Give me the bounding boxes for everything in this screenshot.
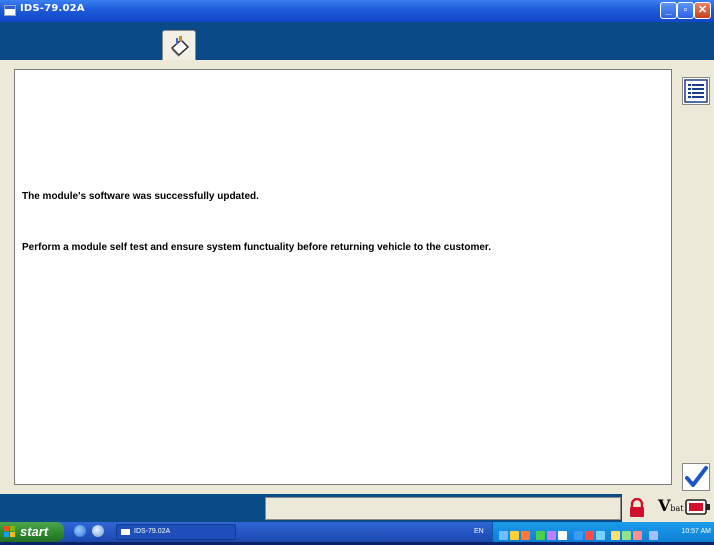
message-line-updated: The module's software was successfully u…: [22, 191, 259, 202]
windows-taskbar: start IDS-79.02A EN 10:57 AM: [0, 522, 714, 542]
window-icon: [121, 529, 130, 535]
vci-icon[interactable]: [685, 498, 711, 516]
window-title: IDS-79.02A: [20, 3, 85, 14]
status-field: [265, 497, 621, 520]
checkmark-icon: [685, 466, 708, 487]
clock: 10:57 AM: [681, 528, 711, 535]
vehicle-battery-icon[interactable]: Vbat: [658, 496, 684, 515]
minimize-button[interactable]: _: [660, 2, 677, 19]
start-button[interactable]: start: [0, 522, 64, 542]
taskbar-item-label: IDS-79.02A: [134, 528, 171, 535]
list-button[interactable]: [682, 77, 710, 105]
confirm-button[interactable]: [682, 463, 710, 491]
window-app-icon: [4, 5, 16, 16]
system-tray: 10:57 AM: [492, 522, 714, 542]
tool-book-icon: [170, 36, 190, 57]
lock-icon[interactable]: [628, 498, 646, 518]
maximize-button[interactable]: ▫: [677, 2, 694, 19]
windows-flag-icon: [4, 526, 15, 537]
tray-icons[interactable]: [499, 527, 660, 545]
window-title-bar[interactable]: IDS-79.02A _ ▫ ✕: [0, 0, 714, 22]
start-label: start: [20, 524, 49, 539]
list-icon: [684, 79, 708, 103]
taskbar-item-ids[interactable]: IDS-79.02A: [116, 524, 236, 540]
toolbar-tab-strip: [0, 22, 714, 60]
message-area: The module's software was successfully u…: [14, 69, 672, 485]
status-icons: Vbat: [622, 494, 714, 522]
quicklaunch-ie-icon[interactable]: [74, 525, 86, 537]
message-line-self-test: Perform a module self test and ensure sy…: [22, 242, 492, 253]
tab-tool-book[interactable]: [162, 30, 196, 60]
quicklaunch-browser-icon[interactable]: [92, 525, 104, 537]
close-button[interactable]: ✕: [694, 2, 711, 19]
language-indicator[interactable]: EN: [474, 522, 484, 542]
